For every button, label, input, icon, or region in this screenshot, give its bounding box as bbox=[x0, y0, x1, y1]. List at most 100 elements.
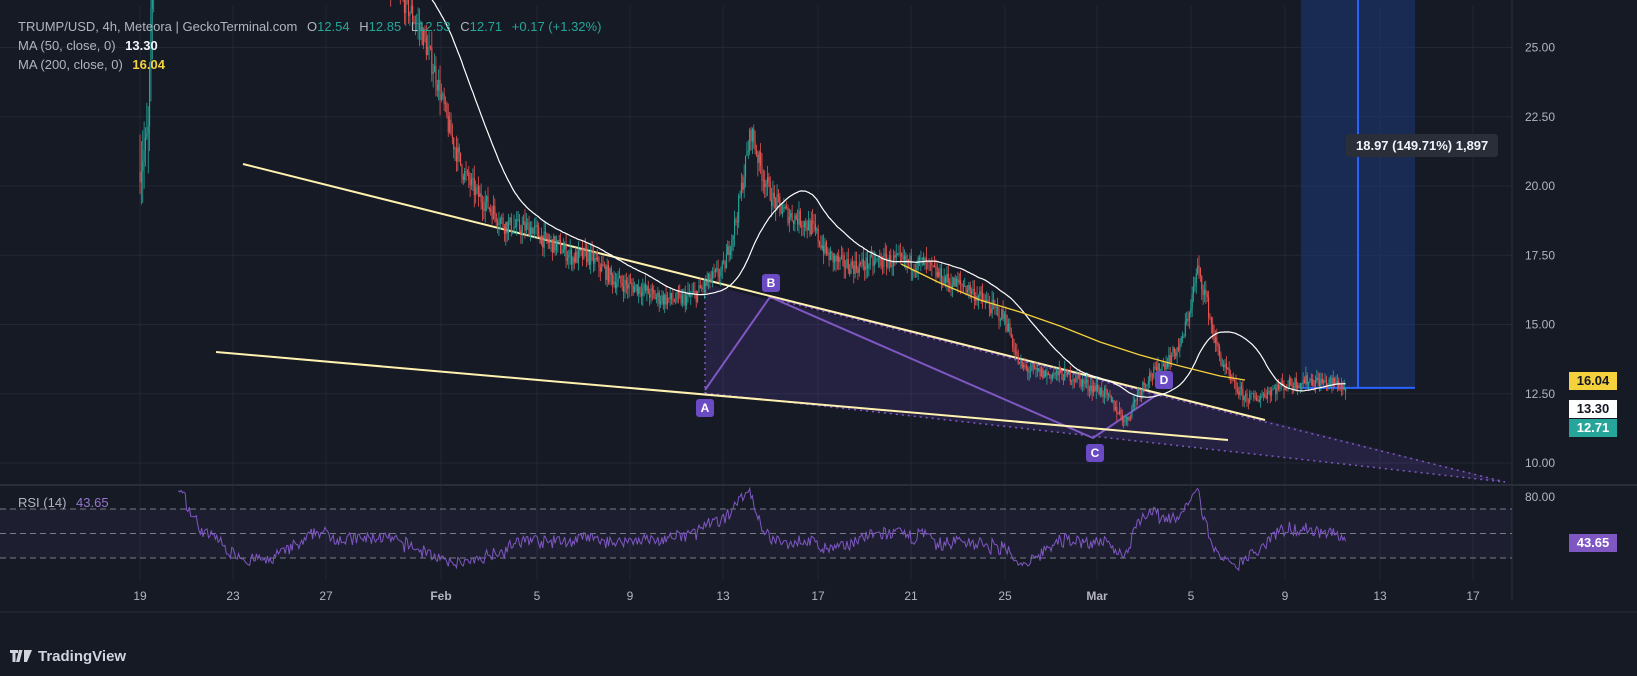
candle-body bbox=[991, 300, 993, 314]
candle-body bbox=[1061, 372, 1063, 380]
candle-body bbox=[1186, 319, 1188, 322]
candle-body bbox=[1187, 319, 1189, 321]
candle-body bbox=[686, 296, 688, 306]
candle-body bbox=[521, 224, 523, 235]
candle-body bbox=[1082, 379, 1084, 387]
candle-body bbox=[798, 210, 800, 225]
candle-body bbox=[1175, 352, 1177, 357]
candle-body bbox=[1240, 386, 1243, 389]
candle-body bbox=[1331, 378, 1333, 385]
candle-body bbox=[506, 222, 508, 233]
candle-body bbox=[699, 285, 701, 289]
candle-body bbox=[684, 294, 686, 306]
pattern-point-c[interactable]: C bbox=[1086, 444, 1104, 462]
candle-body bbox=[1134, 399, 1136, 403]
price-chart[interactable]: 10.00 12.50 15.00 17.50 20.00 22.50 25.00 80.00… bbox=[0, 0, 1637, 676]
candle-body bbox=[1332, 377, 1334, 385]
ma200-legend[interactable]: MA (200, close, 0) 16.04 bbox=[18, 57, 165, 72]
candle-body bbox=[965, 286, 967, 293]
candle-body bbox=[624, 280, 626, 293]
candle-body bbox=[1066, 370, 1069, 375]
candle-body bbox=[499, 218, 501, 225]
candle-body bbox=[653, 290, 655, 294]
ohlc-legend: TRUMP/USD, 4h, Meteora | GeckoTerminal.c… bbox=[18, 19, 601, 34]
candle-body bbox=[938, 272, 940, 277]
candle-body bbox=[713, 271, 715, 273]
candle-body bbox=[795, 215, 797, 219]
candle-body bbox=[1184, 321, 1186, 336]
candle-body bbox=[1029, 370, 1032, 372]
candle-body bbox=[1298, 385, 1300, 389]
tradingview-logo[interactable]: TradingView bbox=[10, 648, 126, 665]
candle-body bbox=[1091, 385, 1093, 393]
pattern-point-a[interactable]: A bbox=[696, 399, 714, 417]
candle-body bbox=[891, 265, 893, 267]
candle-body bbox=[610, 268, 612, 276]
candle-body bbox=[466, 171, 468, 173]
candle-body bbox=[655, 297, 658, 300]
candle-body bbox=[1306, 375, 1308, 385]
candle-body bbox=[1034, 366, 1036, 369]
candle-body bbox=[1058, 368, 1060, 376]
ma200-price-tag: 16.04 bbox=[1569, 372, 1617, 390]
price-tick-label: 15.00 bbox=[1525, 318, 1555, 332]
pattern-point-b[interactable]: B bbox=[762, 274, 780, 292]
candle-body bbox=[454, 148, 456, 150]
candle-body bbox=[917, 257, 919, 269]
candle-body bbox=[769, 181, 771, 201]
candle-body bbox=[671, 293, 673, 300]
ma50-legend[interactable]: MA (50, close, 0) 13.30 bbox=[18, 38, 158, 53]
candle-body bbox=[1202, 289, 1204, 296]
candle-body bbox=[1284, 387, 1286, 391]
price-tick-label: 25.00 bbox=[1525, 41, 1555, 55]
measure-label[interactable]: 18.97 (149.71%) 1,897 bbox=[1346, 134, 1499, 157]
candle-body bbox=[431, 47, 433, 74]
candle-body bbox=[497, 221, 499, 226]
candle-body bbox=[1113, 400, 1115, 410]
candle-body bbox=[692, 291, 695, 293]
candle-body bbox=[453, 138, 455, 150]
candle-body bbox=[1101, 387, 1103, 395]
rsi-legend[interactable]: RSI (14) 43.65 bbox=[18, 495, 109, 510]
candle-body bbox=[1279, 385, 1281, 389]
candle-body bbox=[1225, 363, 1227, 369]
candle-body bbox=[1305, 375, 1307, 384]
candle-body bbox=[1139, 391, 1141, 396]
candle-body bbox=[1194, 282, 1196, 287]
candle-body bbox=[1198, 265, 1200, 268]
candle-body bbox=[460, 152, 462, 165]
candle-body bbox=[850, 261, 852, 274]
symbol-label[interactable]: TRUMP/USD, 4h, Meteora | GeckoTerminal.c… bbox=[18, 19, 297, 34]
candle-body bbox=[853, 265, 855, 274]
low-value: 12.53 bbox=[418, 19, 451, 34]
candle-body bbox=[1075, 380, 1077, 382]
candle-body bbox=[595, 257, 597, 260]
pattern-point-d[interactable]: D bbox=[1155, 371, 1173, 389]
candle-body bbox=[1114, 406, 1116, 410]
candle-body bbox=[1324, 380, 1326, 382]
time-tick-label: 13 bbox=[716, 589, 730, 603]
candle-body bbox=[1031, 365, 1033, 371]
candle-body bbox=[706, 280, 708, 286]
candle-body bbox=[860, 263, 862, 265]
candle-body bbox=[1092, 386, 1095, 393]
candle-body bbox=[555, 242, 558, 251]
candle-body bbox=[528, 222, 530, 237]
candle-body bbox=[786, 206, 788, 208]
candle-body bbox=[808, 220, 810, 231]
candle-body bbox=[594, 257, 596, 264]
candle-body bbox=[732, 235, 734, 240]
candle-body bbox=[1129, 416, 1132, 418]
candle-body bbox=[1236, 389, 1238, 392]
candle-body bbox=[1149, 373, 1151, 382]
candle-body bbox=[820, 244, 822, 249]
candle-body bbox=[525, 223, 527, 231]
candle-body bbox=[1275, 388, 1277, 394]
price-tick-label: 20.00 bbox=[1525, 179, 1555, 193]
candle-body bbox=[947, 273, 949, 283]
candle-body bbox=[1043, 370, 1045, 379]
candle-body bbox=[558, 240, 560, 241]
candle-body bbox=[876, 259, 878, 261]
candle-body bbox=[1250, 393, 1252, 395]
candle-body bbox=[607, 265, 610, 283]
